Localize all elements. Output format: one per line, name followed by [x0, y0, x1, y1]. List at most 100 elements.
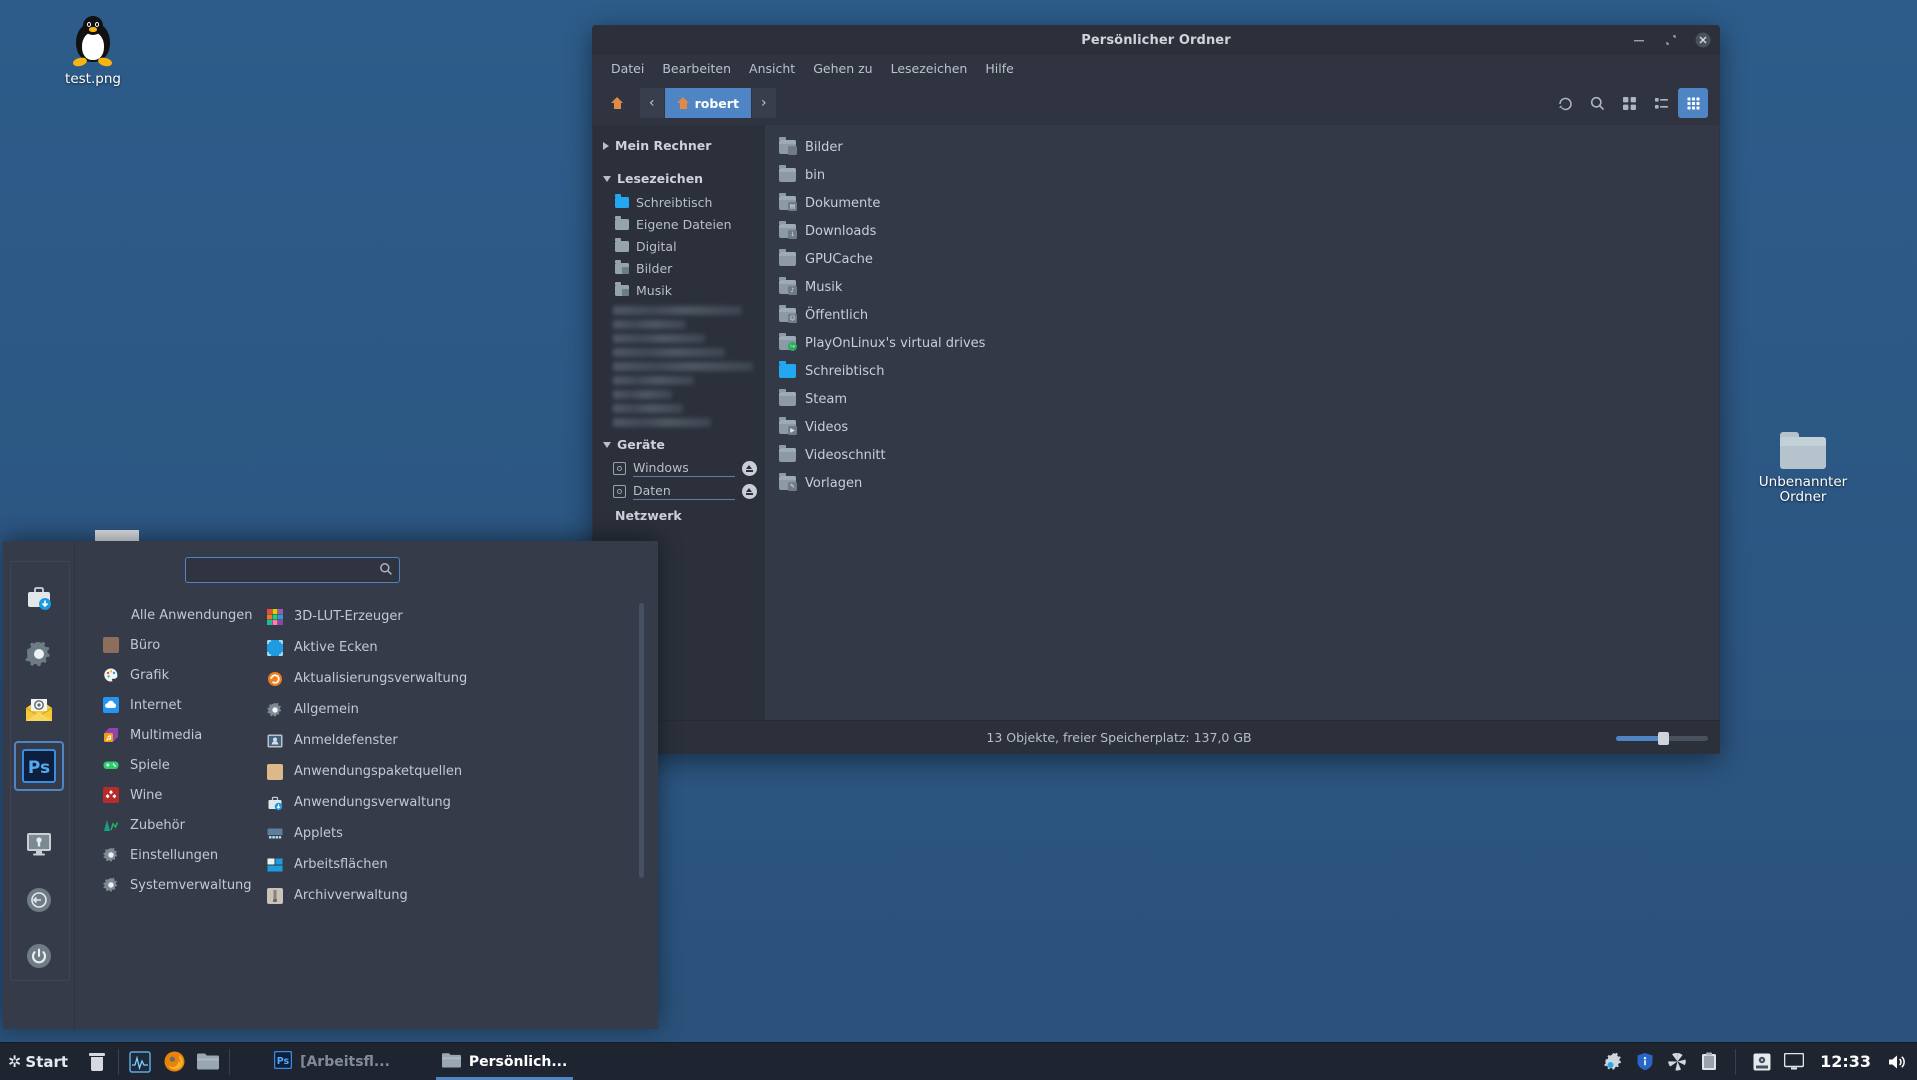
category-einstellungen[interactable]: Einstellungen — [103, 840, 257, 870]
category-systemverwaltung[interactable]: Systemverwaltung — [103, 870, 257, 900]
app-archivverwaltung[interactable]: Archivverwaltung — [267, 880, 658, 911]
app-list-scrollbar[interactable] — [639, 603, 644, 878]
category-multimedia[interactable]: Multimedia — [103, 720, 257, 750]
menu-gehen-zu[interactable]: Gehen zu — [804, 59, 881, 78]
start-menu[interactable]: Ps — [3, 541, 658, 1029]
desktop-icon-test-png[interactable]: test.png — [38, 14, 148, 87]
sidebar-section-netzwerk[interactable]: Netzwerk — [593, 503, 765, 528]
shield-icon[interactable] — [1635, 1052, 1655, 1072]
menubar[interactable]: Datei Bearbeiten Ansicht Gehen zu Leseze… — [592, 55, 1720, 81]
sidebar-item-bilder[interactable]: Bilder — [593, 257, 765, 279]
file-row[interactable]: ☺ Öffentlich — [771, 301, 1715, 329]
file-row[interactable]: ▶ Videos — [771, 413, 1715, 441]
category-buero[interactable]: Büro — [103, 630, 257, 660]
file-row[interactable]: bin — [771, 161, 1715, 189]
reload-icon[interactable] — [1550, 88, 1580, 118]
application-list[interactable]: 3D-LUT-Erzeuger Aktive Ecken Aktualisier… — [257, 601, 658, 1029]
app-anmeldefenster[interactable]: Anmeldefenster — [267, 725, 658, 756]
menu-bearbeiten[interactable]: Bearbeiten — [653, 59, 740, 78]
sidebar-item-musik[interactable]: Musik — [593, 279, 765, 301]
window-titlebar[interactable]: Persönlicher Ordner — [592, 25, 1720, 55]
logout-icon[interactable] — [16, 877, 62, 923]
toolbar-right[interactable] — [1550, 88, 1708, 118]
start-button[interactable]: ✲ Start — [0, 1043, 80, 1080]
lock-screen-icon[interactable] — [16, 821, 62, 867]
minimize-icon[interactable] — [1630, 31, 1648, 49]
sidebar-item-schreibtisch[interactable]: Schreibtisch — [593, 191, 765, 213]
sidebar-device-daten[interactable]: Daten — [593, 480, 765, 503]
file-row[interactable]: ▤ Dokumente — [771, 189, 1715, 217]
app-aktualisierungsverwaltung[interactable]: Aktualisierungsverwaltung — [267, 663, 658, 694]
zoom-slider[interactable] — [1616, 731, 1708, 745]
search-icon[interactable] — [379, 561, 393, 580]
home-button[interactable] — [602, 88, 632, 118]
menu-hilfe[interactable]: Hilfe — [976, 59, 1022, 78]
firefox-icon[interactable] — [157, 1043, 191, 1080]
app-allgemein[interactable]: Allgemein — [267, 694, 658, 725]
file-manager-window[interactable]: Persönlicher Ordner Datei Bearbeiten Ans… — [592, 25, 1720, 754]
category-zubehoer[interactable]: Zubehör — [103, 810, 257, 840]
file-list[interactable]: Bilder bin ▤ Dokumente ↓ Downloads GPUCa… — [765, 125, 1719, 720]
desktop-icon-unbenannter-ordner[interactable]: Unbenannter Ordner — [1748, 432, 1858, 505]
sidebar-blurred-bookmarks[interactable] — [613, 306, 753, 427]
close-icon[interactable] — [1694, 31, 1712, 49]
clipboard-icon[interactable] — [1699, 1052, 1719, 1072]
file-manager-icon[interactable] — [191, 1043, 225, 1080]
taskbar[interactable]: ✲ Start Ps [Arbeitsfl... Persönlich... — [0, 1042, 1917, 1080]
toolbar[interactable]: ‹ robert › — [592, 81, 1720, 125]
breadcrumb-robert[interactable]: robert — [665, 88, 752, 118]
sidebar-section-geraete[interactable]: Geräte — [593, 432, 765, 457]
compact-view-icon[interactable] — [1678, 88, 1708, 118]
file-row[interactable]: ✎ Vorlagen — [771, 469, 1715, 497]
category-wine[interactable]: Wine — [103, 780, 257, 810]
app-anwendungsverwaltung[interactable]: Anwendungsverwaltung — [267, 787, 658, 818]
app-aktive-ecken[interactable]: Aktive Ecken — [267, 632, 658, 663]
settings-gear-icon[interactable] — [16, 631, 62, 677]
file-row[interactable]: Videoschnitt — [771, 441, 1715, 469]
mail-icon[interactable] — [16, 687, 62, 733]
window-controls[interactable] — [1630, 25, 1712, 55]
file-row[interactable]: ↪ PlayOnLinux's virtual drives — [771, 329, 1715, 357]
back-button[interactable]: ‹ — [640, 88, 665, 118]
file-row[interactable]: GPUCache — [771, 245, 1715, 273]
statusbar[interactable]: 13 Objekte, freier Speicherplatz: 137,0 … — [592, 720, 1720, 754]
menu-lesezeichen[interactable]: Lesezeichen — [882, 59, 977, 78]
app-arbeitsflaechen[interactable]: Arbeitsflächen — [267, 849, 658, 880]
search-icon[interactable] — [1582, 88, 1612, 118]
app-anwendungspaketquellen[interactable]: Anwendungspaketquellen — [267, 756, 658, 787]
category-spiele[interactable]: Spiele — [103, 750, 257, 780]
sidebar-item-eigene-dateien[interactable]: Eigene Dateien — [593, 213, 765, 235]
breadcrumb[interactable]: ‹ robert › — [640, 88, 777, 118]
sidebar-section-mein-rechner[interactable]: Mein Rechner — [593, 133, 765, 158]
file-row[interactable]: Schreibtisch — [771, 357, 1715, 385]
system-monitor-icon[interactable] — [123, 1043, 157, 1080]
search-box[interactable] — [185, 557, 400, 583]
category-alle-anwendungen[interactable]: Alle Anwendungen — [103, 601, 257, 630]
app-applets[interactable]: Applets — [267, 818, 658, 849]
file-row[interactable]: Steam — [771, 385, 1715, 413]
display-icon[interactable] — [1784, 1052, 1804, 1072]
power-icon[interactable] — [16, 933, 62, 979]
software-manager-icon[interactable] — [16, 575, 62, 621]
file-row[interactable]: ♪ Musik — [771, 273, 1715, 301]
trash-icon[interactable] — [80, 1043, 114, 1080]
system-tray[interactable]: 12:33 — [1603, 1049, 1917, 1075]
maximize-icon[interactable] — [1662, 31, 1680, 49]
sidebar-device-windows[interactable]: Windows — [593, 457, 765, 480]
category-list[interactable]: Alle Anwendungen Büro Grafik Intern — [75, 601, 257, 1029]
sidebar-item-digital[interactable]: Digital — [593, 235, 765, 257]
update-notifier-icon[interactable] — [1603, 1052, 1623, 1072]
shutter-icon[interactable] — [1667, 1052, 1687, 1072]
sidebar-section-lesezeichen[interactable]: Lesezeichen — [593, 166, 765, 191]
category-internet[interactable]: Internet — [103, 690, 257, 720]
file-row[interactable]: ↓ Downloads — [771, 217, 1715, 245]
menu-ansicht[interactable]: Ansicht — [740, 59, 804, 78]
app-3d-lut-erzeuger[interactable]: 3D-LUT-Erzeuger — [267, 601, 658, 632]
taskbar-window-persoenlicher-ordner[interactable]: Persönlich... — [430, 1045, 579, 1079]
favorites-bar[interactable]: Ps — [3, 541, 75, 1029]
menu-datei[interactable]: Datei — [602, 59, 653, 78]
forward-button[interactable]: › — [752, 88, 777, 118]
category-grafik[interactable]: Grafik — [103, 660, 257, 690]
icon-view-icon[interactable] — [1614, 88, 1644, 118]
volume-icon[interactable] — [1887, 1052, 1907, 1072]
